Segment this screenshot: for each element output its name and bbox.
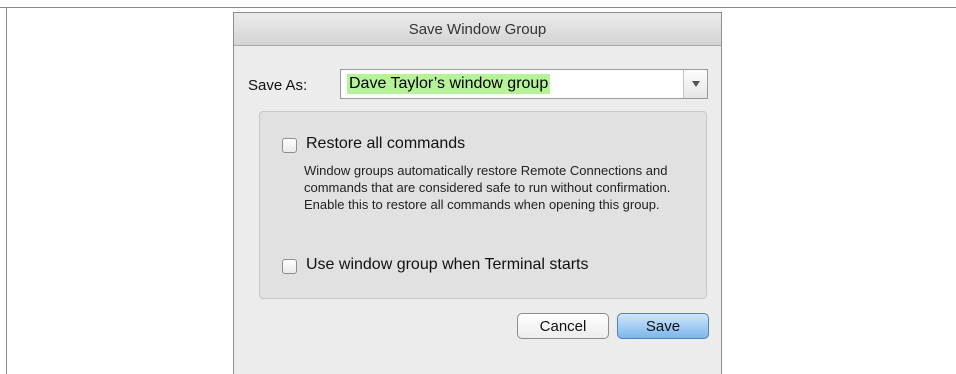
save-button[interactable]: Save — [617, 313, 709, 339]
use-on-start-label[interactable]: Use window group when Terminal starts — [306, 256, 589, 274]
save-as-label: Save As: — [248, 77, 308, 94]
dialog-titlebar[interactable]: Save Window Group — [234, 13, 721, 46]
window-frame-left — [6, 7, 7, 374]
restore-description: Window groups automatically restore Remo… — [304, 163, 671, 212]
options-group-box: Restore all commands Window groups autom… — [259, 111, 707, 299]
use-on-start-checkbox[interactable] — [282, 259, 297, 274]
cancel-button[interactable]: Cancel — [517, 313, 609, 339]
save-as-value: Dave Taylor’s window group — [347, 74, 551, 94]
save-window-group-dialog: Save Window Group Save As: Dave Taylor’s… — [233, 12, 722, 374]
restore-all-label[interactable]: Restore all commands — [306, 135, 465, 153]
window-frame-top — [0, 7, 956, 8]
restore-all-checkbox[interactable] — [282, 138, 297, 153]
chevron-down-icon — [691, 81, 700, 87]
combo-dropdown-button[interactable] — [683, 70, 707, 98]
save-as-combobox[interactable]: Dave Taylor’s window group — [340, 69, 708, 99]
dialog-title: Save Window Group — [408, 20, 547, 38]
save-as-input[interactable]: Dave Taylor’s window group — [341, 70, 679, 98]
